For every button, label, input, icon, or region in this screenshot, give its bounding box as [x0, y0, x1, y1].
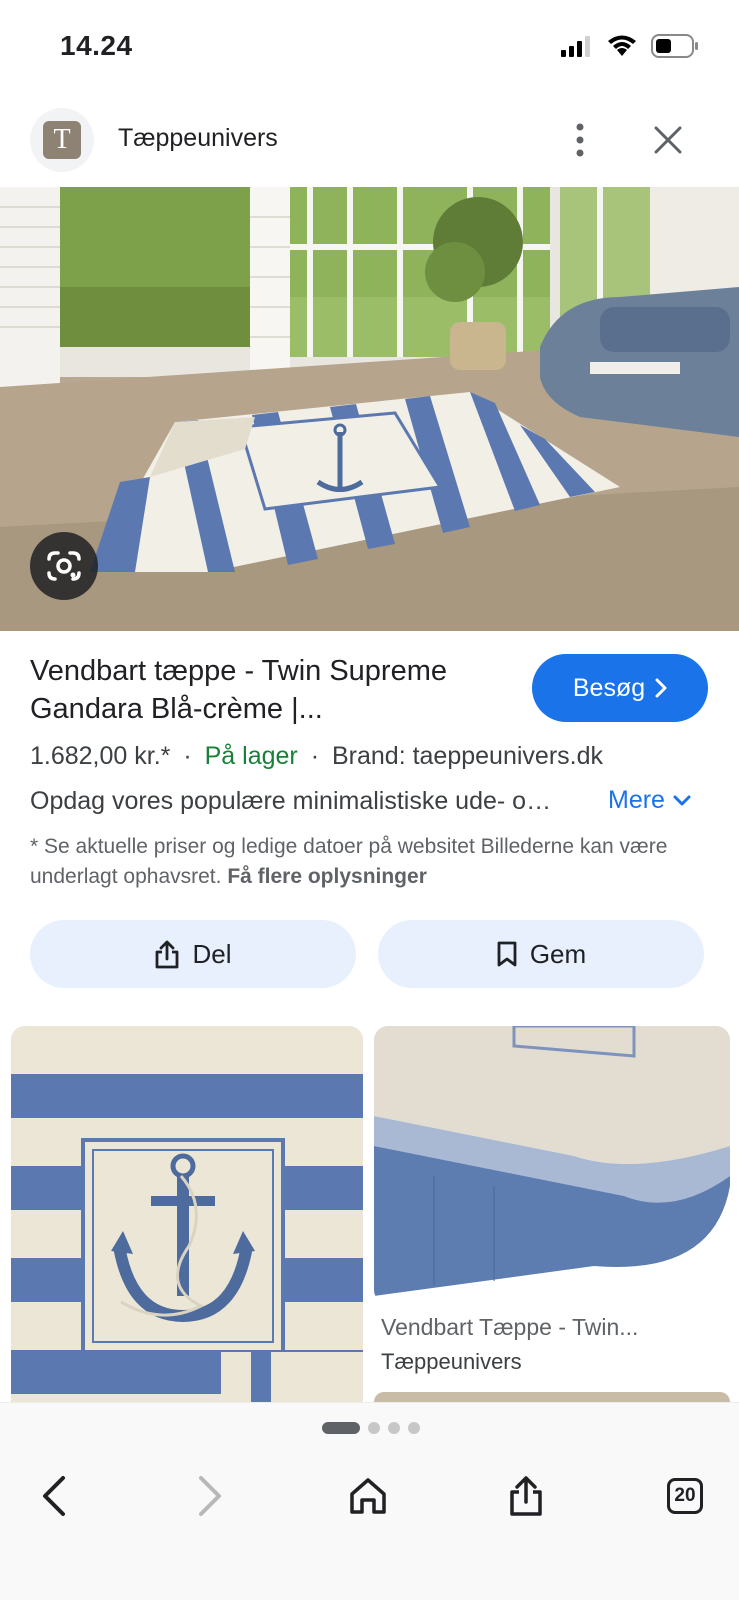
panel-header: T Tæppeunivers — [0, 104, 739, 174]
site-avatar[interactable]: T — [30, 108, 94, 172]
share-icon — [156, 940, 179, 969]
google-lens-icon — [47, 551, 81, 581]
product-image[interactable] — [0, 187, 739, 631]
product-title[interactable]: Vendbart tæppe - Twin Supreme Gandara Bl… — [30, 652, 510, 728]
bookmark-icon — [497, 941, 517, 967]
status-bar: 14.24 — [0, 0, 739, 96]
share-page-button[interactable] — [496, 1466, 556, 1526]
visit-button[interactable]: Besøg — [532, 654, 708, 722]
page-dot — [388, 1422, 400, 1434]
product-brand: Brand: taeppeunivers.dk — [331, 742, 603, 770]
product-description: Opdag vores populære minimalistiske ude-… — [30, 787, 552, 815]
more-link-label: Mere — [608, 786, 665, 814]
home-icon — [350, 1478, 386, 1514]
tabs-count: 20 — [667, 1478, 703, 1514]
meta-separator: · — [183, 742, 192, 770]
product-meta: 1.682,00 kr.* · På lager · Brand: taeppe… — [30, 742, 603, 771]
site-name[interactable]: Tæppeunivers — [118, 124, 278, 153]
room-with-striped-rug-illustration — [0, 187, 739, 631]
page-dot — [408, 1422, 420, 1434]
cellular-signal-icon — [561, 36, 590, 57]
related-item-source: Tæppeunivers — [381, 1349, 522, 1374]
product-price: 1.682,00 kr.* — [30, 742, 171, 770]
more-link[interactable]: Mere — [608, 786, 691, 815]
visit-button-label: Besøg — [572, 673, 646, 702]
site-favicon: T — [43, 121, 81, 159]
share-button-label: Del — [192, 938, 232, 969]
status-icons — [561, 34, 699, 58]
more-info-link[interactable]: Få flere oplysninger — [227, 865, 427, 888]
wifi-icon — [608, 35, 636, 56]
rug-edge-closeup-illustration — [374, 1026, 730, 1304]
forward-button[interactable] — [180, 1466, 240, 1526]
meta-separator: · — [310, 742, 320, 770]
chevron-left-icon — [43, 1476, 65, 1516]
related-item-title[interactable]: Vendbart Tæppe - Twin... — [381, 1314, 721, 1341]
chevron-right-icon — [655, 678, 667, 698]
page-indicator — [322, 1422, 420, 1434]
disclaimer: * Se aktuelle priser og ledige datoer på… — [30, 832, 710, 892]
related-image-2[interactable] — [374, 1026, 730, 1304]
tabs-button[interactable]: 20 — [655, 1466, 715, 1526]
close-button[interactable] — [644, 116, 692, 164]
back-button[interactable] — [24, 1466, 84, 1526]
vertical-dots-icon — [576, 123, 584, 157]
save-button[interactable]: Gem — [378, 920, 704, 988]
anchor-rug-closeup-illustration — [11, 1026, 363, 1402]
battery-icon — [651, 34, 698, 58]
page-dot — [368, 1422, 380, 1434]
share-button[interactable]: Del — [30, 920, 356, 988]
chevron-right-icon — [199, 1476, 221, 1516]
page-dot-active — [322, 1422, 360, 1434]
share-icon — [510, 1476, 542, 1516]
related-image-4[interactable] — [374, 1392, 730, 1402]
close-icon — [654, 126, 682, 154]
google-lens-button[interactable] — [30, 532, 98, 600]
stock-status: På lager — [204, 742, 298, 770]
home-button[interactable] — [338, 1466, 398, 1526]
related-image-1[interactable] — [11, 1026, 363, 1402]
chevron-down-icon — [673, 795, 691, 805]
save-button-label: Gem — [529, 938, 587, 969]
status-time: 14.24 — [60, 30, 133, 61]
browser-toolbar: 20 — [0, 1456, 739, 1536]
more-options-button[interactable] — [560, 112, 600, 168]
